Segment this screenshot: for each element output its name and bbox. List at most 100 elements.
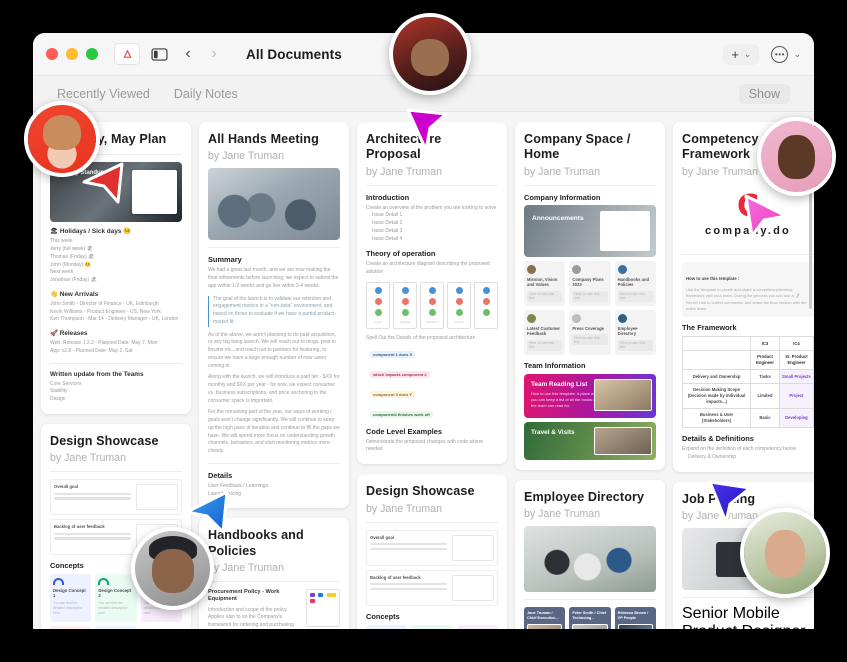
- section-heading: 👋 New Arrivals: [50, 290, 99, 298]
- document-card-company-space-home[interactable]: Company Space / Home by Jane Truman Comp…: [515, 122, 665, 470]
- more-icon: •••: [771, 45, 789, 63]
- minimize-window-button[interactable]: [66, 48, 78, 60]
- section-body: Create an architecture diagram describin…: [366, 261, 490, 276]
- banner-title: Team Reading List: [531, 380, 588, 388]
- divider: [50, 471, 182, 473]
- link-tile[interactable]: Mission, Vision and Values Here to see t…: [524, 260, 566, 306]
- concept-tile[interactable]: Design Concept 2 You can find the detail…: [411, 624, 453, 629]
- diagram-column: Process: [393, 281, 417, 329]
- section-body-2: As of the above, we aren’t planning to d…: [208, 331, 336, 369]
- team-reading-list-banner[interactable]: Team Reading List How to use this templa…: [524, 373, 656, 418]
- person-card[interactable]: Rebecca Brown / VP People Rebecca Brown: [614, 606, 656, 629]
- divider: [208, 581, 340, 583]
- list-item: Jerry (full week) 🏖: [50, 246, 94, 253]
- policy-row[interactable]: Procurement Policy - Work Equipment Intr…: [208, 589, 340, 629]
- close-window-button[interactable]: [46, 48, 58, 60]
- link-tile[interactable]: Latest Customer Feedback Here to see thi…: [524, 309, 566, 355]
- concept-tile[interactable]: Design Concept 5 You can find the detail…: [95, 626, 137, 629]
- feedback-thumb: [452, 574, 494, 601]
- document-card-design-showcase-2[interactable]: Design Showcase by Jane Truman Overall g…: [357, 474, 507, 629]
- tile-avatar-icon: [527, 313, 536, 323]
- document-card-architecture-proposal[interactable]: Architecture Proposal by Jane Truman Int…: [357, 122, 507, 465]
- toggle-sidebar-icon[interactable]: [146, 43, 172, 65]
- tab-daily-notes[interactable]: Daily Notes: [174, 87, 238, 101]
- component-tag: which impacts component 2: [370, 370, 430, 378]
- avatar-image: [744, 512, 826, 594]
- table-header-cell: [681, 336, 752, 351]
- person-card[interactable]: Peter Smith / Chief Technolog... Peter S…: [569, 606, 611, 629]
- card-title: Design Showcase: [50, 433, 159, 448]
- card-author: by Jane Truman: [524, 165, 600, 178]
- link-tile[interactable]: Press Coverage Here to see this link: [569, 309, 611, 355]
- concept-tile[interactable]: Design Concept 4 You can find the detail…: [50, 626, 92, 629]
- hero-caption: Announcements: [532, 214, 584, 222]
- person-card[interactable]: Jane Truman / Chief Executive... Jane Tr…: [524, 606, 566, 629]
- tab-recently-viewed[interactable]: Recently Viewed: [57, 87, 150, 101]
- maximize-window-button[interactable]: [86, 48, 98, 60]
- cursor-collaborator-top: [404, 106, 450, 159]
- document-card-employee-directory[interactable]: Employee Directory by Jane Truman Jane T…: [515, 479, 665, 629]
- more-options-button[interactable]: ••• ⌄: [771, 45, 801, 63]
- divider: [50, 362, 182, 364]
- list-item: Jonathan (Friday) 🏖: [50, 277, 97, 284]
- section-heading: 🏖 Holidays / Sick days 🤒: [50, 228, 132, 236]
- note-title: How to use this template :: [686, 275, 740, 281]
- goal-thumb: [452, 534, 494, 561]
- avatar-collaborator-bottom-left[interactable]: [131, 527, 214, 610]
- section-body: We had a great last month, and we are no…: [208, 267, 339, 289]
- concept-tile[interactable]: Design Concept 2 You can find the detail…: [95, 574, 137, 623]
- diagram-column: Output: [447, 281, 471, 329]
- table-subheader-cell: [681, 349, 752, 371]
- card-author: by Jane Truman: [50, 452, 126, 465]
- banner-thumbnail: [593, 426, 652, 455]
- section-heading: The Framework: [682, 323, 737, 333]
- tile-label: Company Plans 2023: [572, 276, 604, 288]
- card-title: Design Showcase: [366, 484, 475, 499]
- section-heading: Backlog of user feedback: [370, 574, 421, 580]
- avatar-collaborator-left[interactable]: [24, 101, 100, 177]
- avatar-collaborator-bottom-right[interactable]: [740, 508, 830, 598]
- document-card-all-hands-meeting[interactable]: All Hands Meeting by Jane Truman Summary…: [199, 122, 349, 509]
- board-column-4: Company Space / Home by Jane Truman Comp…: [515, 122, 665, 629]
- avatar-image: [28, 105, 96, 173]
- link-tile[interactable]: Employee Directory Here to see this link: [614, 309, 656, 355]
- card-title: Employee Directory: [524, 489, 645, 504]
- table-header-cell: IC4: [778, 336, 814, 351]
- link-tile[interactable]: Company Plans 2023 Here to see this link: [569, 260, 611, 306]
- nav-forward-button[interactable]: ›: [204, 45, 224, 63]
- concept-tile[interactable]: Design Concept 1 You can find the detail…: [366, 624, 408, 629]
- list-item: Design: [50, 396, 66, 403]
- link-tile[interactable]: Handbooks and Policies Here to see this …: [614, 260, 656, 306]
- diagram-column: Input: [366, 281, 390, 329]
- page-title: All Documents: [246, 46, 342, 62]
- diagram-column: [474, 281, 498, 329]
- list-item: Delivery & Ownership: [688, 454, 737, 461]
- architecture-diagram: Input Process Transform Output: [366, 281, 498, 329]
- avatar-image: [761, 121, 832, 192]
- card-title: Company Space / Home: [524, 132, 631, 162]
- app-badge-icon[interactable]: [114, 43, 140, 65]
- announcements-hero: Announcements: [524, 204, 656, 257]
- diagram-label: Process: [399, 319, 411, 324]
- avatar-collaborator-right[interactable]: [757, 117, 836, 196]
- section-body-4: For the remaining part of the year, our …: [208, 409, 340, 455]
- hero-overlay-sheet: [599, 210, 650, 252]
- concept-tile[interactable]: Design Concept 1 You can find the detail…: [50, 574, 92, 623]
- show-button[interactable]: Show: [738, 83, 790, 104]
- travel-visits-banner[interactable]: Travel & Visits: [524, 421, 656, 460]
- hero-overlay-sheet: [132, 170, 177, 214]
- concept-tile[interactable]: Design Concept 3 You can find the detail…: [456, 624, 498, 629]
- people-grid: Jane Truman / Chief Executive... Jane Tr…: [524, 606, 656, 629]
- nav-back-button[interactable]: ‹: [178, 45, 198, 63]
- list-item: Ken Thompson - Mar 14 - Delivery Manager…: [50, 316, 179, 323]
- traffic-light-buttons[interactable]: [46, 48, 98, 60]
- table-row-label: Decision Making Scope (Decision made by …: [681, 382, 752, 409]
- section-body: Spell Out the Details of the proposed ar…: [366, 334, 476, 341]
- section-body: Create an overview of the problem you ar…: [366, 204, 497, 211]
- diagram-label: Output: [454, 319, 464, 324]
- concept-sub: You can find the detailed description he…: [53, 600, 83, 615]
- avatar-collaborator-top[interactable]: [389, 13, 471, 95]
- banner-sub: How to use this template. A place where …: [531, 390, 602, 408]
- card-author: by Jane Truman: [366, 502, 442, 515]
- add-document-button[interactable]: + ⌄: [723, 43, 760, 65]
